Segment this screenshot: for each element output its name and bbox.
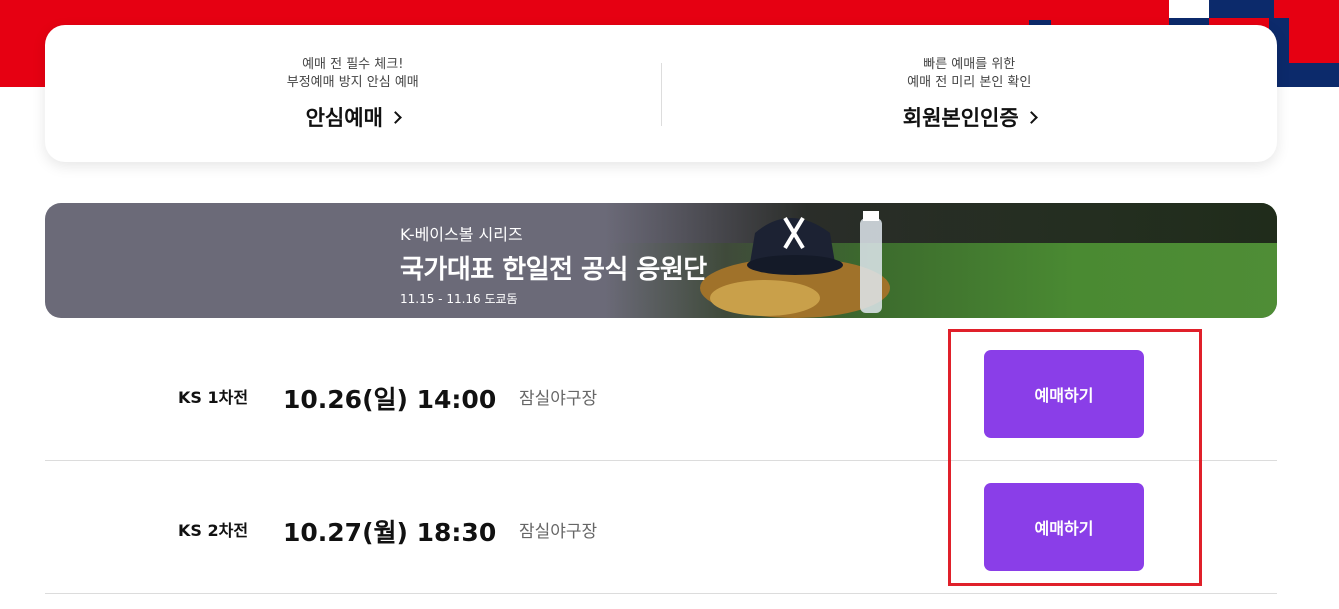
safe-booking-sub2: 부정예매 방지 안심 예매 — [286, 74, 419, 90]
safe-booking-section[interactable]: 예매 전 필수 체크! 부정예매 방지 안심 예매 안심예매 — [45, 25, 661, 162]
game-venue: 잠실야구장 — [519, 389, 598, 409]
chevron-right-icon — [389, 110, 402, 124]
chevron-right-icon — [1024, 110, 1038, 124]
highlight-annotation-box — [948, 329, 1202, 586]
identity-verify-link[interactable]: 회원본인인증 — [902, 102, 1038, 132]
banner-text: K-베이스볼 시리즈 국가대표 한일전 공식 응원단 11.15 - 11.16… — [400, 221, 707, 307]
game-round: KS 1차전 — [178, 388, 249, 407]
safe-booking-title: 안심예매 — [305, 105, 383, 130]
safe-booking-sub1: 예매 전 필수 체크! — [302, 56, 404, 72]
identity-verify-sub1: 빠른 예매를 위한 — [923, 56, 1016, 72]
banner-kicker: K-베이스볼 시리즈 — [400, 225, 523, 244]
game-round: KS 2차전 — [178, 521, 249, 540]
game-datetime: 10.27(월) 18:30 — [283, 518, 497, 547]
game-datetime: 10.26(일) 14:00 — [283, 385, 497, 414]
identity-verify-section[interactable]: 빠른 예매를 위한 예매 전 미리 본인 확인 회원본인인증 — [662, 25, 1278, 162]
identity-verify-sub2: 예매 전 미리 본인 확인 — [907, 74, 1032, 90]
banner-title: 국가대표 한일전 공식 응원단 — [400, 255, 707, 285]
game-venue: 잠실야구장 — [519, 522, 598, 542]
ticket-info-card: 예매 전 필수 체크! 부정예매 방지 안심 예매 안심예매 빠른 예매를 위한… — [45, 25, 1277, 162]
identity-verify-title: 회원본인인증 — [902, 105, 1019, 130]
banner-date: 11.15 - 11.16 도쿄돔 — [400, 292, 518, 306]
safe-booking-link[interactable]: 안심예매 — [305, 102, 402, 132]
promo-banner[interactable]: K-베이스볼 시리즈 국가대표 한일전 공식 응원단 11.15 - 11.16… — [45, 203, 1277, 318]
